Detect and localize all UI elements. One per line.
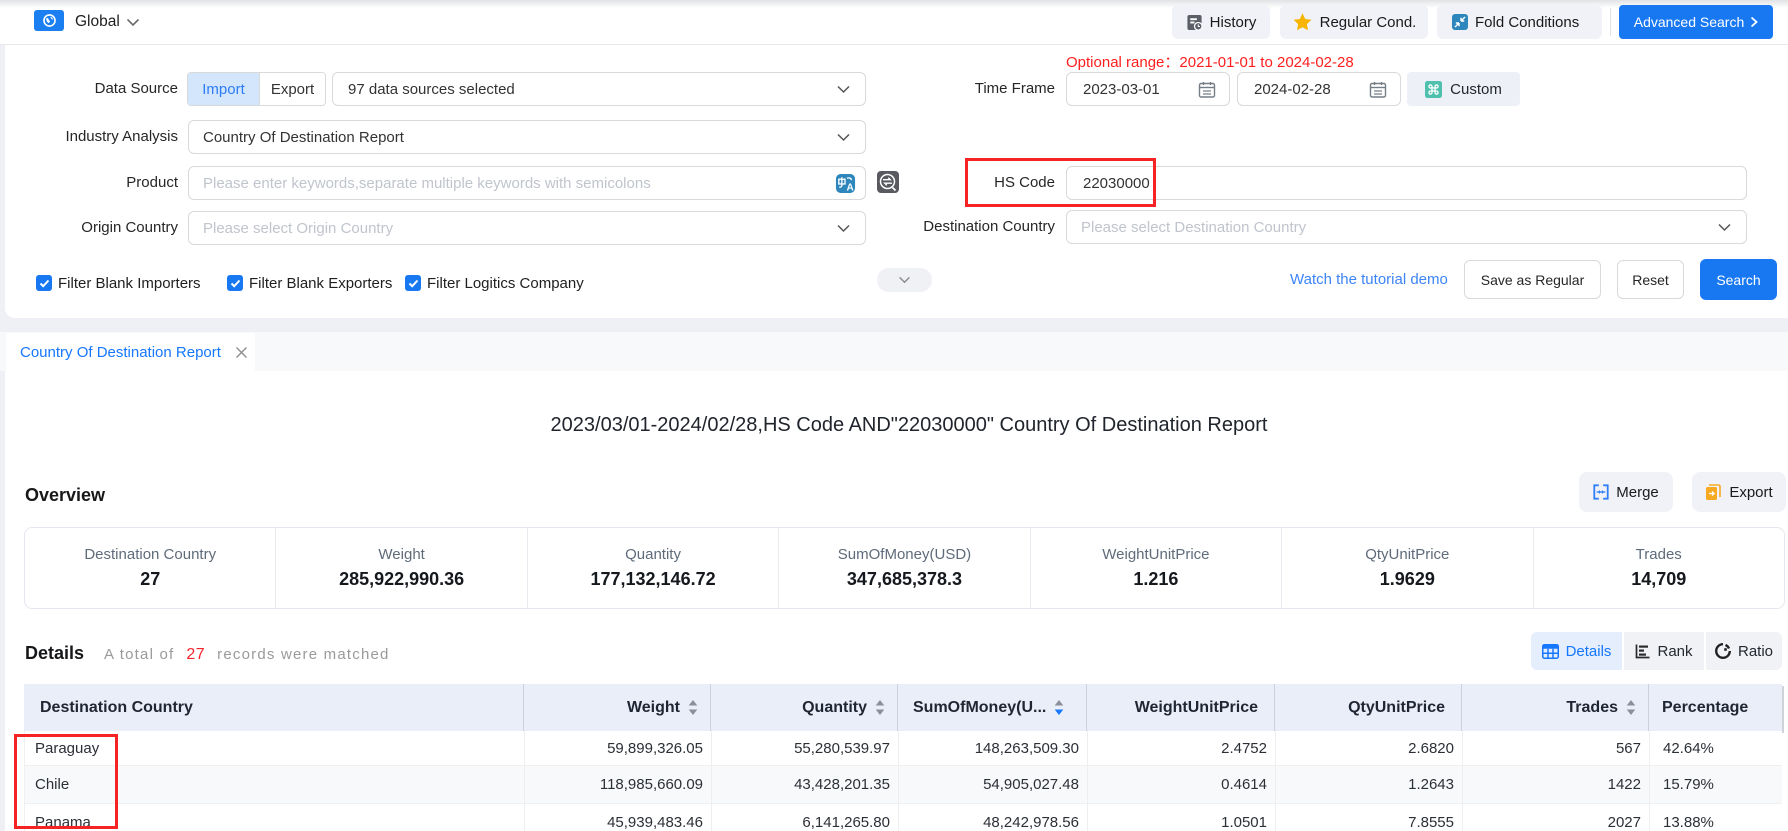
- svg-text:A: A: [846, 183, 853, 194]
